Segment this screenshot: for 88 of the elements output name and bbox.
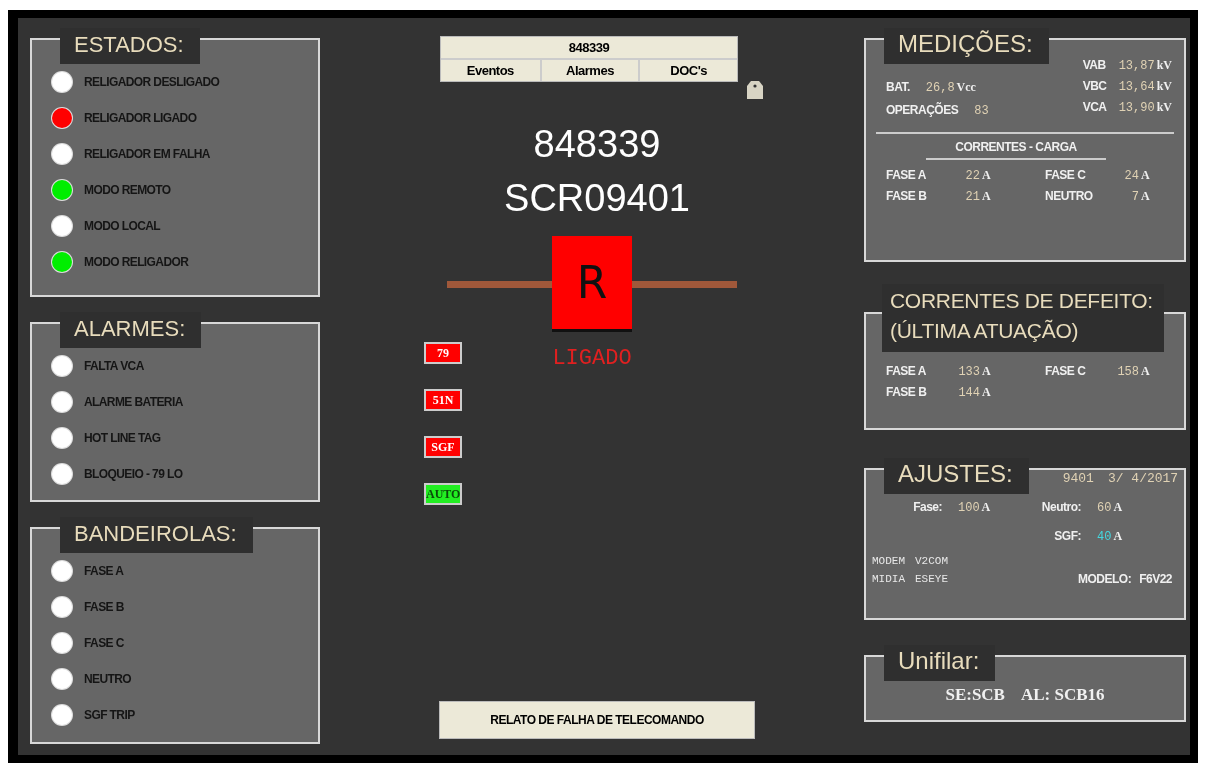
equipment-id: 848339 (532, 122, 662, 166)
indicator-label: MODO RELIGADOR (84, 255, 189, 269)
panel-title: ALARMES: (60, 312, 202, 348)
indicator-label: FALTA VCA (84, 359, 144, 373)
setting-unit: A (1113, 500, 1123, 515)
setting-label: Neutro: (1040, 500, 1081, 514)
recloser-symbol[interactable]: R (552, 236, 632, 332)
measure-unit: A (1141, 168, 1150, 183)
equipment-name: SCR09401 (503, 176, 691, 220)
indicator-label: MODO LOCAL (84, 219, 160, 233)
measure-value: 83 (974, 104, 989, 118)
measure-label: NEUTRO (1045, 189, 1094, 203)
measure-value: 13,90 (1118, 101, 1155, 115)
measure-label: FASE C (1045, 364, 1087, 378)
panel-title: ESTADOS: (60, 28, 200, 64)
panel-title: Unifilar: (884, 645, 996, 681)
info-value: ESEYE (915, 572, 949, 587)
measure-value: 26,8 (925, 81, 955, 95)
measure-unit: A (982, 385, 991, 400)
indicator-label: MODO REMOTO (84, 183, 171, 197)
measure-unit: A (982, 364, 991, 379)
measure-unit: kV (1156, 79, 1172, 94)
single-line-info: SE:SCB (945, 685, 1005, 705)
measure-label: FASE B (886, 189, 928, 203)
measure-value: 22 (964, 169, 980, 183)
tag-icon[interactable] (746, 80, 764, 100)
info-value: V2COM (915, 554, 949, 569)
function-flag[interactable]: 79 (424, 342, 462, 364)
panel-title: CORRENTES DE DEFEITO: (890, 288, 1154, 314)
indicator-label: SGF TRIP (84, 708, 135, 722)
function-flag[interactable]: SGF (424, 436, 462, 458)
indicator-label: BLOQUEIO - 79 LO (84, 467, 183, 481)
info-label: MODEM (872, 554, 905, 569)
measure-label: FASE C (1045, 168, 1087, 182)
measure-label: FASE A (886, 168, 927, 182)
indicator-label: RELIGADOR DESLIGADO (84, 75, 220, 89)
function-flag[interactable]: AUTO (424, 483, 462, 505)
model-value: F6V22 (1139, 572, 1172, 586)
measure-label: VBC (1082, 79, 1108, 93)
indicator-label: FASE B (84, 600, 124, 614)
indicator-label: HOT LINE TAG (84, 431, 161, 445)
model-label: MODELO: (1077, 572, 1132, 586)
setting-value: 60 (1097, 501, 1112, 515)
measure-label: VAB (1082, 58, 1107, 72)
measure-value: 7 (1130, 190, 1139, 204)
measure-value: 21 (964, 190, 980, 204)
measure-unit: A (982, 168, 991, 183)
measure-value: 144 (957, 386, 980, 400)
measure-value: 13,87 (1118, 59, 1155, 73)
setting-label: SGF: (1053, 529, 1081, 543)
panel-title: MEDIÇÕES: (884, 28, 1049, 64)
indicator-label: FASE C (84, 636, 124, 650)
setting-unit: A (981, 500, 991, 515)
indicator-label: RELIGADOR LIGADO (84, 111, 197, 125)
info-label: MIDIA (872, 572, 905, 587)
section-subtitle: CORRENTES - CARGA (926, 140, 1106, 160)
function-flag[interactable]: 51N (424, 389, 462, 411)
measure-label: OPERAÇÕES (886, 103, 959, 117)
measure-label: BAT. (886, 80, 910, 94)
setting-value: 100 (958, 501, 980, 515)
measure-unit: A (1141, 364, 1150, 379)
measure-value: 158 (1116, 365, 1139, 379)
setting-value: 40 (1097, 530, 1112, 544)
measure-value: 13,64 (1118, 80, 1155, 94)
measure-unit: A (1141, 189, 1150, 204)
settings-code: 9401 (1062, 471, 1094, 486)
measure-label: FASE B (886, 385, 928, 399)
measure-unit: kV (1156, 100, 1172, 115)
indicator-label: FASE A (84, 564, 124, 578)
report-button[interactable]: RELATO DE FALHA DE TELECOMANDO (439, 701, 755, 739)
setting-unit: A (1113, 529, 1123, 544)
settings-date: 3/ 4/2017 (1107, 471, 1179, 486)
panel-title: AJUSTES: (884, 458, 1029, 494)
measure-unit: kV (1156, 58, 1172, 73)
indicator-label: ALARME BATERIA (84, 395, 183, 409)
measure-unit: A (982, 189, 991, 204)
measure-unit: Vcc (956, 80, 976, 95)
measure-label: VCA (1082, 100, 1108, 114)
setting-label: Fase: (912, 500, 942, 514)
measure-value: 133 (957, 365, 980, 379)
panel-title: (ÚLTIMA ATUAÇÃO) (890, 318, 1080, 344)
measure-label: FASE A (886, 364, 927, 378)
indicator-label: RELIGADOR EM FALHA (84, 147, 210, 161)
measure-value: 24 (1123, 169, 1139, 183)
single-line-info: AL: SCB16 (1020, 685, 1105, 705)
equipment-status: LIGADO (551, 346, 633, 371)
panel-title: BANDEIROLAS: (60, 517, 253, 553)
indicator-label: NEUTRO (84, 672, 132, 686)
